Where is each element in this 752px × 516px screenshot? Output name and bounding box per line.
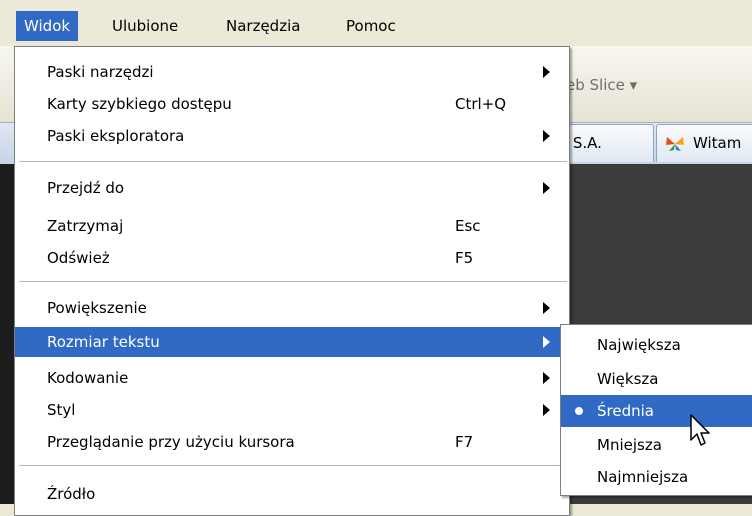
menu-item-label: Powiększenie: [47, 299, 147, 317]
menu-item-encoding[interactable]: Kodowanie: [15, 363, 567, 393]
menu-item-refresh[interactable]: Odśwież F5: [15, 243, 567, 273]
menu-item-label: Karty szybkiego dostępu: [47, 95, 232, 113]
menu-item-toolbars[interactable]: Paski narzędzi: [15, 57, 567, 87]
submenu-arrow-icon: [543, 404, 550, 416]
menu-item-label: Zatrzymaj: [47, 217, 124, 235]
menu-separator: [19, 161, 567, 162]
menu-item-label: Przejdź do: [47, 179, 125, 197]
menu-help[interactable]: Pomoc: [338, 11, 404, 41]
text-size-medium[interactable]: Średnia: [561, 395, 752, 427]
text-size-smaller[interactable]: Mniejsza: [561, 429, 752, 461]
menu-item-label: Większa: [597, 370, 659, 388]
submenu-arrow-icon: [543, 372, 550, 384]
menu-item-shortcut: F7: [455, 433, 474, 451]
menu-view[interactable]: Widok: [16, 11, 79, 41]
browser-tab-1[interactable]: : S.A.: [556, 124, 654, 162]
menu-item-source[interactable]: Źródło: [15, 479, 567, 509]
menu-separator: [19, 281, 567, 282]
text-size-largest[interactable]: Największa: [561, 329, 752, 361]
menu-item-label: Odśwież: [47, 249, 110, 267]
menu-separator: [19, 465, 567, 466]
menu-item-label: Rozmiar tekstu: [47, 333, 160, 351]
view-menu: Paski narzędzi Karty szybkiego dostępu C…: [14, 46, 570, 516]
page-edge: [0, 164, 14, 504]
menu-item-label: Najmniejsza: [597, 468, 689, 486]
web-slice-button[interactable]: eb Slice ▾: [566, 76, 637, 94]
menu-item-label: Kodowanie: [47, 369, 129, 387]
submenu-arrow-icon: [543, 130, 550, 142]
menu-item-label: Źródło: [47, 485, 96, 503]
menu-item-label: Mniejsza: [597, 436, 662, 454]
browser-tab-2[interactable]: Witam: [656, 124, 752, 162]
menu-item-explorer-bars[interactable]: Paski eksploratora: [15, 121, 567, 151]
menu-item-style[interactable]: Styl: [15, 395, 567, 425]
menu-item-caret-browsing[interactable]: Przeglądanie przy użyciu kursora F7: [15, 427, 567, 457]
text-size-smallest[interactable]: Najmniejsza: [561, 461, 752, 493]
submenu-arrow-icon: [543, 66, 550, 78]
menu-item-label: Średnia: [597, 402, 654, 420]
menu-item-go-to[interactable]: Przejdź do: [15, 173, 567, 203]
menu-item-label: Paski narzędzi: [47, 63, 154, 81]
text-size-larger[interactable]: Większa: [561, 363, 752, 395]
menu-item-shortcut: Esc: [455, 217, 481, 235]
menu-item-stop[interactable]: Zatrzymaj Esc: [15, 211, 567, 241]
menu-item-label: Największa: [597, 336, 681, 354]
menu-bar: Widok Ulubione Narzędzia Pomoc: [0, 0, 752, 46]
radio-bullet-icon: [575, 407, 583, 415]
menu-item-label: Paski eksploratora: [47, 127, 185, 145]
menu-item-shortcut: Ctrl+Q: [455, 95, 507, 113]
menu-tools[interactable]: Narzędzia: [218, 11, 308, 41]
submenu-arrow-icon: [543, 182, 550, 194]
butterfly-logo-icon: [666, 137, 684, 151]
tab-title: Witam: [693, 134, 742, 152]
submenu-arrow-icon: [543, 302, 550, 314]
menu-item-label: Przeglądanie przy użyciu kursora: [47, 433, 295, 451]
menu-item-zoom[interactable]: Powiększenie: [15, 293, 567, 323]
menu-item-label: Styl: [47, 401, 76, 419]
menu-favorites[interactable]: Ulubione: [104, 11, 186, 41]
menu-item-text-size[interactable]: Rozmiar tekstu: [15, 327, 567, 357]
text-size-submenu: Największa Większa Średnia Mniejsza Najm…: [560, 324, 752, 496]
submenu-arrow-icon: [543, 336, 550, 348]
menu-item-quick-tabs[interactable]: Karty szybkiego dostępu Ctrl+Q: [15, 89, 567, 119]
mouse-pointer-icon: [690, 414, 710, 446]
menu-item-shortcut: F5: [455, 249, 474, 267]
